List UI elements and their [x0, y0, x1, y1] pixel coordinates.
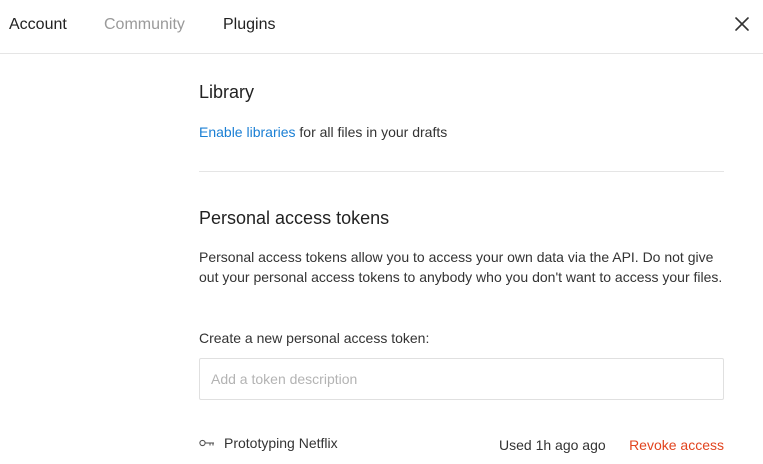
tokens-description: Personal access tokens allow you to acce… [199, 249, 723, 285]
library-title: Library [199, 82, 255, 102]
tab-account[interactable]: Account [9, 15, 67, 35]
create-token-label: Create a new personal access token: [199, 330, 430, 346]
token-row: Prototyping Netflix Used 1h ago ago Revo… [199, 432, 724, 456]
token-last-used: Used 1h ago ago [499, 437, 606, 453]
section-divider [199, 171, 724, 172]
tab-community[interactable]: Community [104, 15, 185, 35]
token-name: Prototyping Netflix [224, 435, 338, 451]
key-icon [199, 439, 214, 447]
tokens-title: Personal access tokens [199, 208, 390, 228]
close-icon[interactable] [733, 15, 751, 33]
top-navigation: Account Community Plugins [0, 0, 763, 54]
revoke-access-button[interactable]: Revoke access [629, 436, 724, 454]
library-description: Enable libraries for all files in your d… [199, 123, 447, 141]
token-description-input[interactable] [199, 358, 724, 400]
enable-libraries-link[interactable]: Enable libraries [199, 124, 296, 140]
library-description-suffix: for all files in your drafts [295, 124, 448, 140]
tab-plugins[interactable]: Plugins [223, 15, 275, 35]
